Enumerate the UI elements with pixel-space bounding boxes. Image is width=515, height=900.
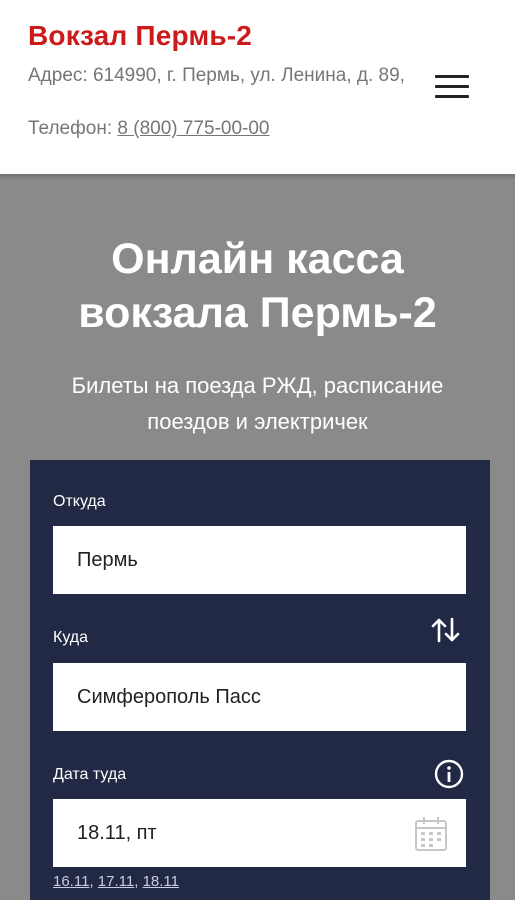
hamburger-icon[interactable] xyxy=(433,73,471,101)
hero-title-line-1: Онлайн касса xyxy=(111,235,404,283)
swap-arrows-icon[interactable] xyxy=(430,616,462,644)
site-title[interactable]: Вокзал Пермь-2 xyxy=(28,20,252,52)
to-label: Куда xyxy=(53,629,89,646)
station-phone: Телефон: 8 (800) 775-00-00 xyxy=(28,115,270,142)
phone-label: Телефон: xyxy=(28,118,118,139)
phone-link[interactable]: 8 (800) 775-00-00 xyxy=(117,118,269,139)
date-field[interactable]: 18.11, пт xyxy=(53,799,466,867)
from-field[interactable]: Пермь xyxy=(53,526,466,594)
to-field-value: Симферополь Пасс xyxy=(77,686,261,708)
hero-subtitle-line-2: поездов и электричек xyxy=(147,409,368,434)
to-field[interactable]: Симферополь Пасс xyxy=(53,663,466,731)
date-field-value: 18.11, пт xyxy=(77,822,157,844)
hero-subtitle: Билеты на поезда РЖД, расписание поездов… xyxy=(0,368,515,440)
quick-dates: 16.11, 17.11, 18.11 xyxy=(53,873,179,890)
quick-date-link[interactable]: 17.11 xyxy=(98,873,134,890)
from-field-value: Пермь xyxy=(77,549,138,571)
station-address: Адрес: 614990, г. Пермь, ул. Ленина, д. … xyxy=(28,65,405,86)
hero-subtitle-line-1: Билеты на поезда РЖД, расписание xyxy=(71,373,444,398)
site-header: Вокзал Пермь-2 Адрес: 614990, г. Пермь, … xyxy=(0,0,515,174)
quick-date-link[interactable]: 16.11 xyxy=(53,873,89,890)
from-label: Откуда xyxy=(53,493,106,510)
hero-title: Онлайн касса вокзала Пермь-2 xyxy=(0,232,515,340)
info-icon[interactable] xyxy=(433,758,465,790)
hero-title-line-2: вокзала Пермь-2 xyxy=(78,289,437,337)
date-label: Дата туда xyxy=(53,766,127,783)
calendar-icon[interactable] xyxy=(414,816,448,852)
header-shadow xyxy=(0,174,515,180)
quick-date-link[interactable]: 18.11 xyxy=(143,873,179,890)
